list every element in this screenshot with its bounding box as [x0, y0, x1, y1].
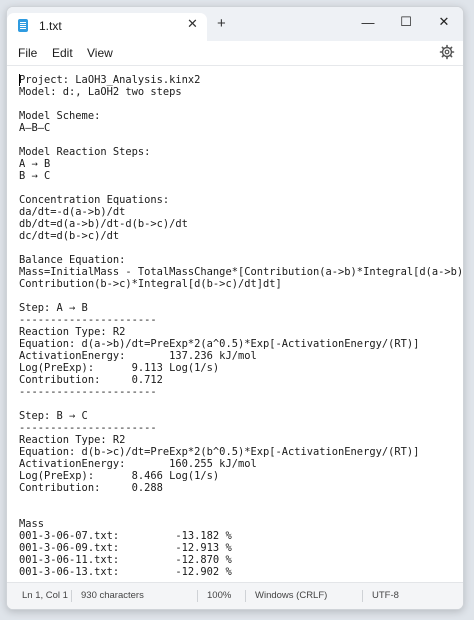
status-line-ending[interactable]: Windows (CRLF): [255, 590, 327, 601]
menu-edit[interactable]: Edit: [52, 46, 73, 60]
tab-close-icon[interactable]: ✕: [187, 16, 198, 32]
text-caret: [19, 74, 20, 86]
status-bar: Ln 1, Col 1 930 characters 100% Windows …: [7, 582, 463, 609]
gear-icon[interactable]: [439, 44, 455, 60]
notepad-window: 1.txt ✕ + — ☐ ✕ File Edit View Project: …: [6, 6, 464, 610]
status-divider: [245, 590, 246, 602]
text-editor[interactable]: Project: LaOH3_Analysis.kinx2 Model: d:,…: [7, 66, 463, 583]
status-divider: [71, 590, 72, 602]
minimize-button[interactable]: —: [349, 7, 387, 37]
notepad-icon: [18, 19, 28, 32]
status-zoom[interactable]: 100%: [207, 590, 231, 601]
tab-1-txt[interactable]: 1.txt ✕: [7, 13, 207, 41]
close-button[interactable]: ✕: [425, 7, 463, 37]
editor-content[interactable]: Project: LaOH3_Analysis.kinx2 Model: d:,…: [19, 74, 463, 578]
menu-file[interactable]: File: [18, 46, 37, 60]
status-divider: [362, 590, 363, 602]
new-tab-button[interactable]: +: [217, 16, 226, 32]
menu-view[interactable]: View: [87, 46, 113, 60]
tab-title: 1.txt: [39, 19, 62, 33]
window-controls: — ☐ ✕: [349, 7, 463, 41]
maximize-button[interactable]: ☐: [387, 7, 425, 37]
status-encoding[interactable]: UTF-8: [372, 590, 399, 601]
menu-bar: File Edit View: [7, 41, 463, 66]
status-characters: 930 characters: [81, 590, 144, 601]
status-position[interactable]: Ln 1, Col 1: [22, 590, 68, 601]
status-divider: [197, 590, 198, 602]
title-bar: 1.txt ✕ + — ☐ ✕: [7, 7, 463, 41]
